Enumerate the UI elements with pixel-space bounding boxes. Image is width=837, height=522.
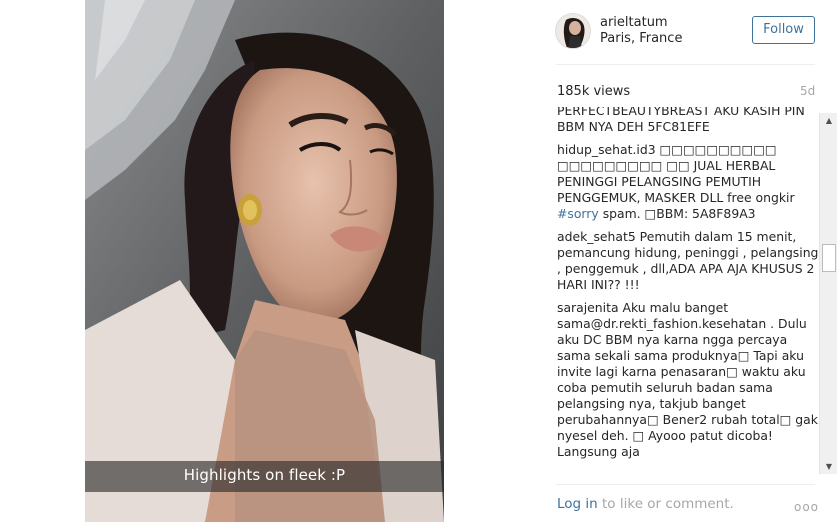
comment-list[interactable]: PERFECTBEAUTYBREAST AKU KASIH PIN BBM NY… (557, 107, 819, 474)
comment-text-after: spam. □BBM: 5A8F89A3 (602, 206, 756, 221)
login-prompt: Log in to like or comment. (557, 496, 734, 512)
comments-scrollbar[interactable]: ▲ ▼ (819, 113, 837, 474)
comment-item: sarajenita Aku malu banget sama@dr.rekti… (557, 300, 819, 460)
login-prompt-text: to like or comment. (597, 496, 734, 512)
comment-item: adek_sehat5 Pemutih dalam 15 menit, pema… (557, 229, 819, 293)
comment-author[interactable]: hidup_sehat.id3 (557, 142, 656, 157)
username-link[interactable]: arieltatum (600, 15, 668, 30)
comment-author[interactable]: sarajenita (557, 300, 619, 315)
scroll-down-icon[interactable]: ▼ (820, 459, 837, 474)
login-link[interactable]: Log in (557, 496, 598, 512)
comment-item: hidup_sehat.id3 □□□□□□□□□□ □□□□□□□□□ □□ … (557, 142, 819, 222)
comment-text: Aku malu banget sama@dr.rekti_fashion.ke… (557, 300, 818, 459)
selfie-photo (85, 0, 444, 522)
post-age[interactable]: 5d (800, 84, 815, 98)
comment-item: PERFECTBEAUTYBREAST AKU KASIH PIN BBM NY… (557, 107, 819, 135)
avatar[interactable] (555, 13, 591, 49)
hashtag-link[interactable]: #sorry (557, 206, 599, 221)
more-options-icon[interactable]: ooo (794, 500, 819, 514)
scroll-thumb[interactable] (822, 244, 836, 272)
comment-author[interactable]: adek_sehat5 (557, 229, 636, 244)
comment-text: PERFECTBEAUTYBREAST AKU KASIH PIN BBM NY… (557, 107, 805, 134)
view-count: 185k views (557, 84, 631, 99)
avatar-image (556, 14, 590, 48)
instagram-post-page: Highlights on fleek :P arieltatum Paris,… (0, 0, 837, 522)
header-divider (556, 64, 815, 65)
image-caption: Highlights on fleek :P (183, 466, 346, 484)
follow-button[interactable]: Follow (752, 16, 815, 44)
location-link[interactable]: Paris, France (600, 31, 682, 46)
scroll-up-icon[interactable]: ▲ (820, 113, 837, 128)
footer-divider (556, 484, 815, 485)
post-media[interactable]: Highlights on fleek :P (85, 0, 444, 522)
post-sidebar: arieltatum Paris, France Follow 185k vie… (540, 0, 837, 522)
